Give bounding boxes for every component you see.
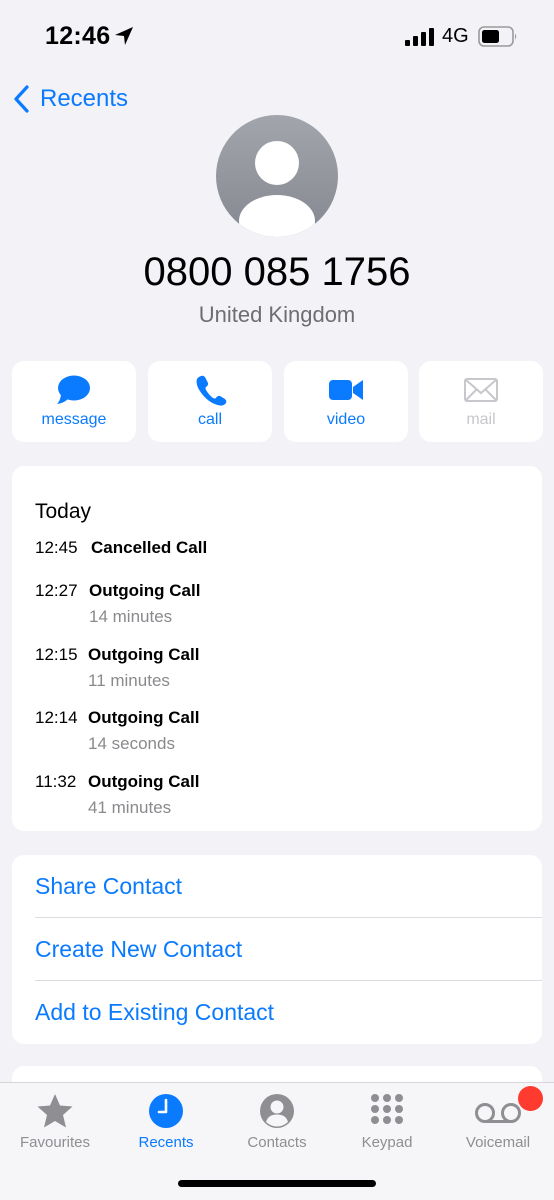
clock-icon — [149, 1094, 183, 1128]
back-label: Recents — [40, 85, 129, 112]
avatar — [216, 115, 338, 237]
call-button[interactable]: call — [148, 361, 272, 442]
call-duration: 41 minutes — [88, 798, 172, 817]
home-indicator[interactable] — [178, 1180, 376, 1187]
region-label: United Kingdom — [198, 302, 356, 327]
star-icon — [37, 1094, 73, 1128]
tab-label: Keypad — [361, 1134, 413, 1151]
call-type: Cancelled Call — [91, 538, 208, 557]
person-circle-icon — [260, 1094, 294, 1128]
tab-contacts[interactable]: Contacts — [222, 1091, 332, 1151]
location-arrow-icon — [115, 27, 133, 45]
keypad-icon — [371, 1094, 403, 1124]
voicemail-icon — [475, 1103, 521, 1123]
call-history-card: Today 12:45 Cancelled Call 12:27 Outgoin… — [12, 466, 542, 831]
video-icon — [329, 380, 363, 400]
message-label: message — [41, 411, 107, 428]
call-type: Outgoing Call — [88, 708, 200, 727]
call-time: 11:32 — [35, 772, 77, 791]
mail-label: mail — [466, 411, 496, 428]
call-label: call — [197, 411, 222, 428]
call-time: 12:45 — [35, 538, 78, 557]
tab-label: Recents — [138, 1134, 194, 1151]
tab-label: Contacts — [247, 1134, 307, 1151]
phone-number: 0800 085 1756 — [143, 250, 411, 294]
back-button[interactable]: Recents — [12, 82, 128, 116]
create-new-contact-button[interactable]: Create New Contact — [12, 918, 542, 981]
call-duration: 14 seconds — [88, 734, 175, 753]
tab-recents[interactable]: Recents — [111, 1091, 221, 1151]
add-to-existing-contact-button[interactable]: Add to Existing Contact — [12, 981, 542, 1044]
call-time: 12:14 — [35, 708, 78, 727]
person-silhouette-icon — [239, 141, 315, 237]
video-label: video — [326, 411, 366, 428]
network-type: 4G — [442, 25, 469, 47]
message-icon — [57, 375, 90, 404]
share-contact-button[interactable]: Share Contact — [12, 855, 542, 918]
chevron-left-icon — [14, 85, 29, 113]
contact-options-card: Share Contact Create New Contact Add to … — [12, 855, 542, 1044]
phone-icon — [196, 375, 227, 406]
tab-label: Voicemail — [465, 1134, 531, 1151]
tab-keypad[interactable]: Keypad — [332, 1091, 442, 1151]
video-button[interactable]: video — [284, 361, 408, 442]
call-type: Outgoing Call — [89, 581, 201, 600]
battery-icon — [478, 26, 517, 47]
call-type: Outgoing Call — [88, 772, 200, 791]
call-history-heading: Today — [35, 500, 92, 523]
call-type: Outgoing Call — [88, 645, 200, 664]
cellular-signal-icon — [405, 28, 434, 46]
status-time: 12:46 — [45, 22, 111, 50]
tab-label: Favourites — [19, 1134, 91, 1151]
mail-icon — [464, 378, 498, 402]
call-duration: 11 minutes — [88, 671, 170, 690]
call-time: 12:27 — [35, 581, 78, 600]
tab-favourites[interactable]: Favourites — [0, 1091, 110, 1151]
status-bar: 12:46 4G — [0, 0, 554, 72]
call-time: 12:15 — [35, 645, 78, 664]
mail-button[interactable]: mail — [419, 361, 543, 442]
call-duration: 14 minutes — [89, 607, 173, 626]
voicemail-badge — [518, 1086, 543, 1111]
message-button[interactable]: message — [12, 361, 136, 442]
